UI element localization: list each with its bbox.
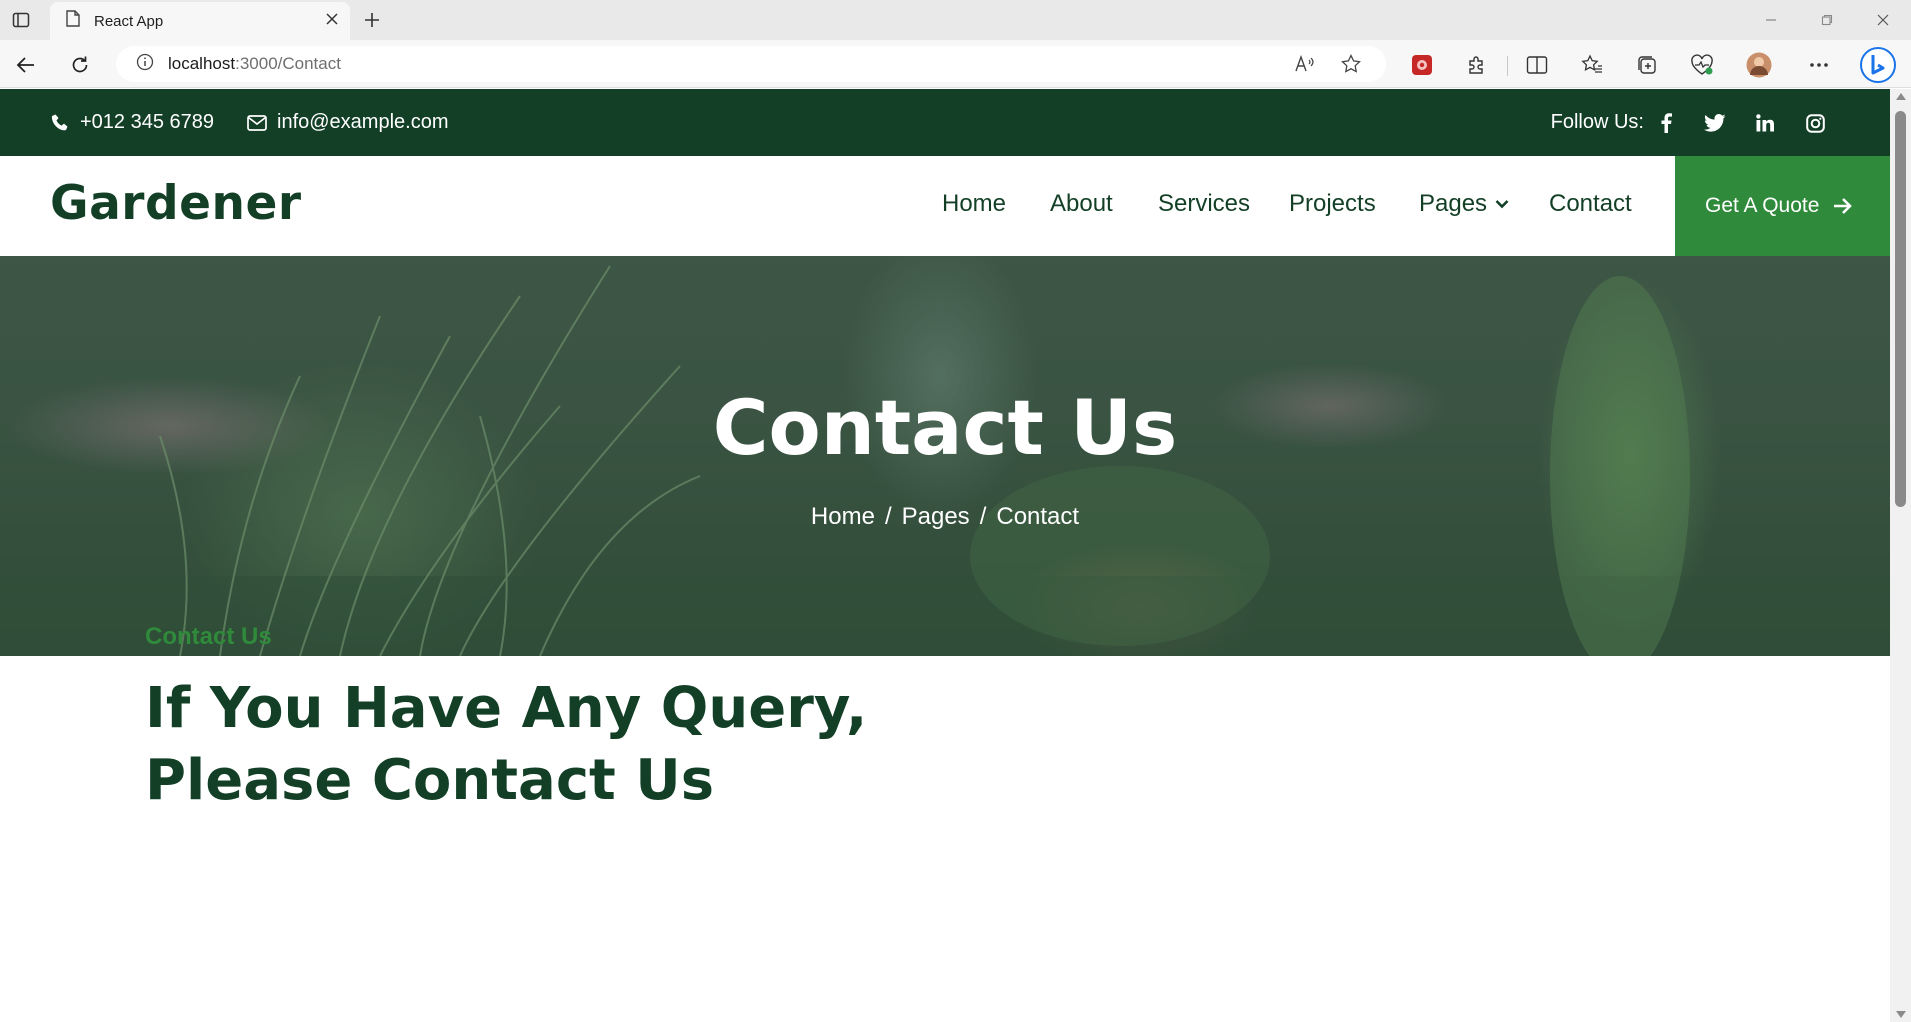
- main-navbar: Gardener Home About Services Projects Pa…: [0, 156, 1890, 256]
- site-info-icon[interactable]: [136, 53, 154, 76]
- restore-icon[interactable]: [1799, 0, 1855, 40]
- url-path: :3000/Contact: [235, 54, 341, 73]
- email-contact[interactable]: info@example.com: [247, 111, 448, 134]
- phone-contact[interactable]: +012 345 6789: [50, 111, 214, 134]
- breadcrumb-pages[interactable]: Pages: [902, 503, 970, 530]
- top-contact-bar: +012 345 6789 info@example.com Follow Us…: [0, 89, 1890, 156]
- copilot-icon[interactable]: [1859, 46, 1897, 84]
- tab-title: React App: [94, 12, 164, 30]
- get-a-quote-label: Get A Quote: [1705, 194, 1820, 217]
- minimize-icon[interactable]: [1743, 0, 1799, 40]
- read-aloud-icon[interactable]: [1294, 53, 1316, 75]
- extensions-puzzle-icon[interactable]: [1464, 52, 1490, 78]
- phone-number: +012 345 6789: [80, 111, 215, 133]
- browser-tab-bar: React App: [0, 0, 1911, 40]
- twitter-icon[interactable]: [1702, 110, 1728, 136]
- page-header-hero: Contact Us Home / Pages / Contact: [0, 256, 1890, 656]
- section-eyebrow: Contact Us: [145, 623, 272, 650]
- nav-services[interactable]: Services: [1158, 190, 1250, 218]
- back-icon[interactable]: [13, 52, 39, 78]
- nav-projects[interactable]: Projects: [1289, 190, 1376, 218]
- scroll-up-arrow-icon[interactable]: [1896, 93, 1906, 100]
- envelope-icon: [247, 114, 267, 131]
- split-screen-icon[interactable]: [1524, 52, 1550, 78]
- browser-essentials-icon[interactable]: [1689, 52, 1715, 78]
- extension-icon[interactable]: [1409, 52, 1435, 78]
- close-tab-icon[interactable]: [326, 12, 338, 30]
- facebook-icon[interactable]: [1653, 110, 1679, 136]
- instagram-icon[interactable]: [1802, 110, 1828, 136]
- web-page: +012 345 6789 info@example.com Follow Us…: [0, 89, 1890, 1022]
- chevron-down-icon: [1495, 200, 1509, 209]
- tab-actions-icon[interactable]: [10, 9, 32, 31]
- nav-pages-label: Pages: [1419, 190, 1488, 217]
- favorite-star-icon[interactable]: [1340, 53, 1362, 75]
- breadcrumb: Home / Pages / Contact: [810, 503, 1080, 530]
- page-icon: [66, 10, 80, 32]
- breadcrumb-current: Contact: [996, 503, 1080, 530]
- follow-us-label: Follow Us:: [1550, 111, 1644, 133]
- browser-tab[interactable]: React App: [50, 2, 350, 40]
- scroll-down-arrow-icon[interactable]: [1896, 1011, 1906, 1018]
- section-title: If You Have Any Query, Please Contact Us: [145, 673, 945, 817]
- nav-contact[interactable]: Contact: [1549, 190, 1632, 218]
- browser-toolbar: localhost:3000/Contact: [0, 40, 1911, 88]
- profile-avatar[interactable]: [1746, 52, 1772, 78]
- page-scrollbar[interactable]: [1890, 89, 1911, 1022]
- new-tab-icon[interactable]: [360, 8, 384, 32]
- favorites-icon[interactable]: [1579, 52, 1605, 78]
- get-a-quote-button[interactable]: Get A Quote: [1675, 156, 1890, 256]
- breadcrumb-home[interactable]: Home: [811, 503, 875, 530]
- url-host: localhost: [168, 54, 236, 73]
- nav-pages-dropdown[interactable]: Pages: [1419, 190, 1509, 218]
- section-title-line-1: If You Have Any Query,: [145, 676, 868, 741]
- close-window-icon[interactable]: [1855, 0, 1911, 40]
- refresh-icon[interactable]: [67, 52, 93, 78]
- email-address: info@example.com: [277, 111, 449, 133]
- more-options-icon[interactable]: [1806, 52, 1832, 78]
- nav-about[interactable]: About: [1050, 190, 1113, 218]
- phone-icon: [51, 114, 68, 130]
- collections-icon[interactable]: [1634, 52, 1660, 78]
- address-bar[interactable]: localhost:3000/Contact: [116, 46, 1386, 82]
- section-title-line-2: Please Contact Us: [145, 748, 715, 813]
- site-logo[interactable]: Gardener: [50, 176, 302, 231]
- page-title: Contact Us: [712, 383, 1178, 472]
- linkedin-icon[interactable]: [1752, 110, 1778, 136]
- nav-home[interactable]: Home: [942, 190, 1006, 218]
- scroll-thumb[interactable]: [1895, 111, 1906, 507]
- arrow-right-icon: [1834, 198, 1853, 214]
